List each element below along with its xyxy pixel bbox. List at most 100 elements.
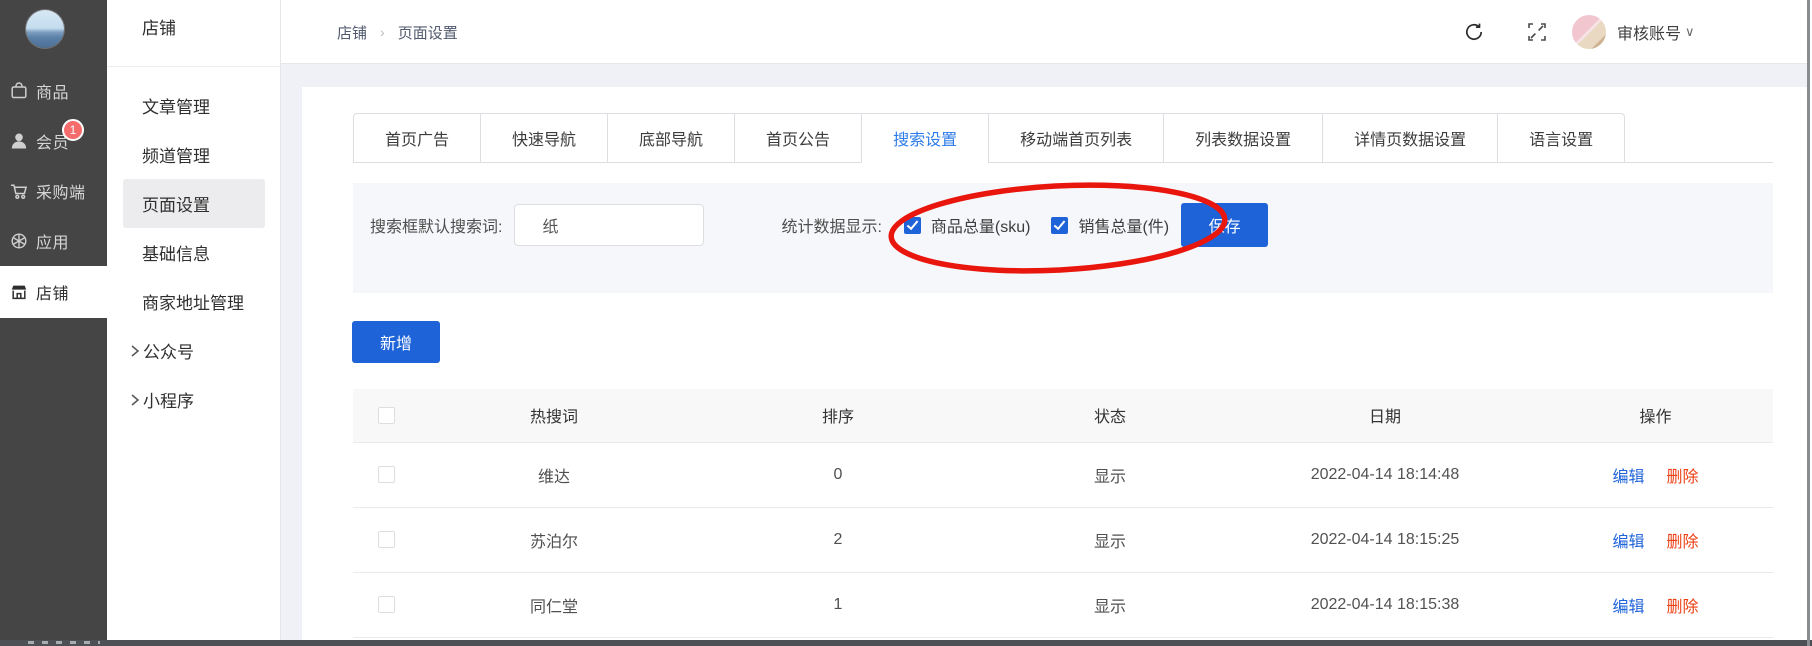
tab-language-settings[interactable]: 语言设置: [1497, 113, 1625, 163]
submenu-item-label: 小程序: [143, 387, 194, 412]
cell-sort: 0: [688, 442, 988, 507]
secondary-menu: 文章管理 频道管理 页面设置 基础信息 商家地址管理 公众号 小程序: [107, 81, 280, 424]
chevron-down-icon: ∨: [1685, 24, 1695, 40]
row-checkbox[interactable]: [378, 466, 395, 483]
breadcrumb-separator-icon: ›: [380, 24, 385, 40]
default-keyword-label: 搜索框默认搜索词:: [370, 213, 502, 237]
submenu-item-channels[interactable]: 频道管理: [107, 130, 280, 179]
submenu-item-label: 基础信息: [142, 240, 210, 265]
column-header-status: 状态: [988, 389, 1232, 442]
edit-link[interactable]: 编辑: [1612, 599, 1644, 616]
tab-home-ads[interactable]: 首页广告: [353, 113, 480, 163]
tab-mobile-home-list[interactable]: 移动端首页列表: [988, 113, 1163, 163]
cell-sort: 1: [688, 572, 988, 637]
breadcrumb-item-page-settings: 页面设置: [398, 22, 458, 43]
edit-link[interactable]: 编辑: [1612, 534, 1644, 551]
user-name: 审核账号: [1617, 20, 1681, 44]
table-row: 苏泊尔 2 显示 2022-04-14 18:15:25 编辑删除: [353, 507, 1773, 572]
primary-menu: 商品 会员 1 采购端 应用: [0, 66, 107, 318]
member-person-icon: [9, 131, 29, 151]
checkbox-checked-icon[interactable]: [904, 217, 921, 234]
sidebar-item-label: 店铺: [36, 280, 69, 304]
tab-home-notice[interactable]: 首页公告: [734, 113, 861, 163]
goods-bag-icon: [9, 81, 29, 101]
delete-link[interactable]: 删除: [1667, 599, 1699, 616]
option-label: 商品总量(sku): [931, 213, 1031, 237]
row-checkbox[interactable]: [378, 531, 395, 548]
breadcrumb: 店铺 › 页面设置: [337, 0, 458, 64]
submenu-item-label: 频道管理: [142, 142, 210, 167]
settings-tabs: 首页广告 快速导航 底部导航 首页公告 搜索设置 移动端首页列表 列表数据设置 …: [353, 113, 1773, 163]
admin-page: 商品 会员 1 采购端 应用: [0, 0, 1812, 646]
cell-status: 显示: [988, 572, 1232, 637]
window-scrollbar[interactable]: [1807, 0, 1810, 646]
submenu-item-label: 文章管理: [142, 93, 210, 118]
column-header-keyword: 热搜词: [420, 389, 688, 442]
search-settings-panel: 搜索框默认搜索词: 统计数据显示: 商品总量(sku) 销售总量(件) 保存: [353, 183, 1773, 293]
breadcrumb-item-shop[interactable]: 店铺: [337, 22, 367, 43]
option-sku-total[interactable]: 商品总量(sku): [904, 213, 1031, 237]
checkbox-checked-icon[interactable]: [1051, 217, 1068, 234]
user-avatar[interactable]: [1572, 15, 1606, 49]
row-checkbox[interactable]: [378, 596, 395, 613]
tab-footer-nav[interactable]: 底部导航: [607, 113, 734, 163]
fullscreen-icon[interactable]: [1526, 21, 1548, 43]
submenu-item-merchant-address[interactable]: 商家地址管理: [107, 277, 280, 326]
cell-date: 2022-04-14 18:14:48: [1232, 442, 1538, 507]
chevron-right-icon: [128, 393, 142, 407]
member-count-badge: 1: [62, 119, 84, 141]
cell-sort: 2: [688, 507, 988, 572]
tab-list-data-settings[interactable]: 列表数据设置: [1163, 113, 1322, 163]
sidebar-item-shop[interactable]: 店铺: [0, 266, 107, 318]
sidebar-item-goods[interactable]: 商品: [0, 66, 107, 116]
cell-status: 显示: [988, 507, 1232, 572]
submenu-item-basic-info[interactable]: 基础信息: [107, 228, 280, 277]
stats-display-label: 统计数据显示:: [781, 213, 881, 237]
submenu-item-label: 商家地址管理: [142, 289, 244, 314]
sidebar-item-label: 商品: [36, 79, 69, 103]
user-menu[interactable]: 审核账号 ∨: [1617, 20, 1695, 44]
hot-search-table: 热搜词 排序 状态 日期 操作 维达 0 显示 2022-04-14 18:14…: [353, 389, 1773, 638]
secondary-sidebar-title: 店铺: [107, 0, 280, 67]
sidebar-item-purchase[interactable]: 采购端: [0, 166, 107, 216]
cell-keyword: 同仁堂: [420, 572, 688, 637]
sidebar-item-label: 应用: [36, 229, 69, 253]
submenu-item-label: 公众号: [143, 338, 194, 363]
content-card: 首页广告 快速导航 底部导航 首页公告 搜索设置 移动端首页列表 列表数据设置 …: [302, 87, 1807, 646]
tab-search-settings[interactable]: 搜索设置: [861, 113, 988, 163]
submenu-item-label: 页面设置: [142, 191, 210, 216]
save-button[interactable]: 保存: [1181, 203, 1268, 247]
tab-detail-data-settings[interactable]: 详情页数据设置: [1322, 113, 1497, 163]
submenu-item-articles[interactable]: 文章管理: [107, 81, 280, 130]
cell-keyword: 维达: [420, 442, 688, 507]
table-row: 维达 0 显示 2022-04-14 18:14:48 编辑 删除: [353, 442, 1773, 507]
primary-sidebar: 商品 会员 1 采购端 应用: [0, 0, 107, 646]
chevron-right-icon: [128, 344, 142, 358]
default-keyword-input[interactable]: [514, 204, 704, 246]
delete-link[interactable]: 删除: [1667, 469, 1699, 486]
select-all-checkbox[interactable]: [378, 407, 395, 424]
cell-status: 显示: [988, 442, 1232, 507]
sidebar-item-apps[interactable]: 应用: [0, 216, 107, 266]
top-bar: 店铺 › 页面设置 审核账号 ∨: [281, 0, 1807, 64]
delete-link[interactable]: 删除: [1667, 534, 1699, 551]
submenu-item-official-account[interactable]: 公众号: [107, 326, 280, 375]
add-button[interactable]: 新增: [352, 321, 440, 363]
apps-wheel-icon: [9, 231, 29, 251]
workspace-avatar[interactable]: [26, 10, 64, 48]
refresh-icon[interactable]: [1463, 21, 1485, 43]
bottom-window-strip: [0, 640, 1812, 646]
option-sales-total[interactable]: 销售总量(件): [1051, 213, 1169, 237]
column-header-date: 日期: [1232, 389, 1538, 442]
sidebar-item-label: 采购端: [36, 179, 86, 203]
table-header-row: 热搜词 排序 状态 日期 操作: [353, 389, 1773, 442]
submenu-item-page-settings[interactable]: 页面设置: [123, 179, 265, 228]
sidebar-item-members[interactable]: 会员 1: [0, 116, 107, 166]
submenu-item-mini-program[interactable]: 小程序: [107, 375, 280, 424]
option-label: 销售总量(件): [1078, 213, 1169, 237]
column-header-sort: 排序: [688, 389, 988, 442]
cell-date: 2022-04-14 18:15:38: [1232, 572, 1538, 637]
cell-date: 2022-04-14 18:15:25: [1232, 507, 1538, 572]
edit-link[interactable]: 编辑: [1612, 469, 1644, 486]
tab-quick-nav[interactable]: 快速导航: [480, 113, 607, 163]
